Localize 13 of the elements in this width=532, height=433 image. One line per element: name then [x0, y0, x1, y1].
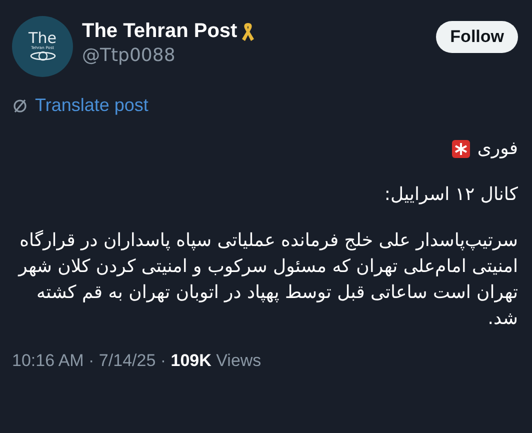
account-handle: @Ttp0088	[82, 45, 176, 66]
siren-icon	[451, 139, 472, 160]
follow-button[interactable]: Follow	[436, 21, 518, 53]
translate-icon	[12, 98, 28, 114]
post-text: فوری	[477, 137, 518, 161]
post-meta: 10:16 AM · 7/14/25 · 109K Views	[12, 350, 262, 371]
post-text: سرتیپ‌پاسدار علی خلج فرمانده عملیاتی سپاه پاسداران در قرارگاه امنیتی امام‌علی تهران که مسئول سرکوب و امنیتی کردن کلان شهر تهران است ساعاتی قبل توسط پهپاد در اتوبان تهران به قم کشته شد.	[16, 229, 518, 332]
translate-link[interactable]: Translate post	[35, 95, 148, 116]
avatar-text: The	[28, 30, 56, 46]
account-name[interactable]: The Tehran Post	[82, 20, 238, 43]
post-text: کانال ۱۲ اسراییل:	[384, 183, 518, 208]
ribbon-icon	[240, 20, 256, 42]
planet-icon	[30, 50, 56, 62]
